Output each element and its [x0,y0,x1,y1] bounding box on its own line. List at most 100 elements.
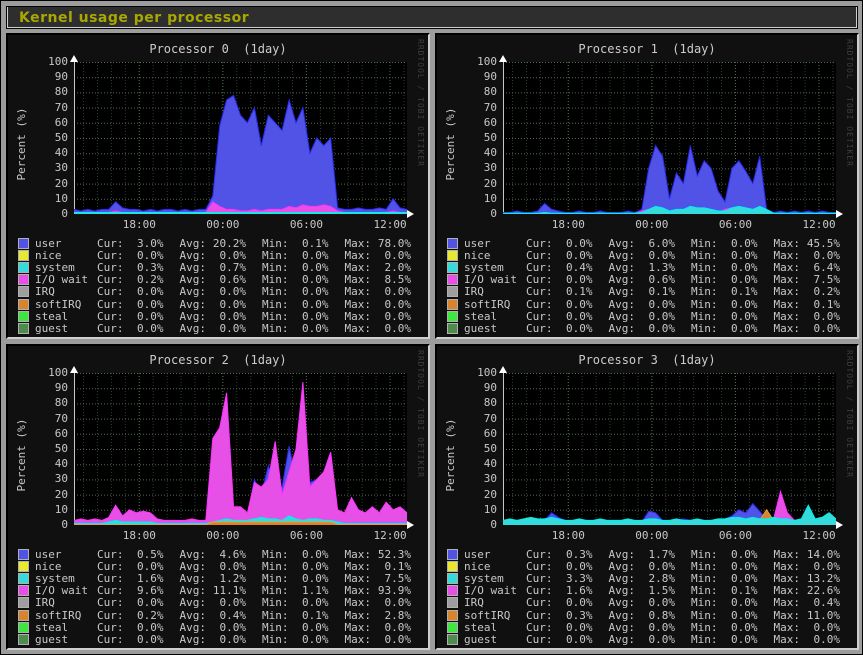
stat-group: Cur:0.0% [97,285,164,298]
y-tick-label: 60 [455,117,497,129]
stat-value: 45.5% [800,237,840,250]
processor-panel-3: RRDTOOL / TOBI OETIKER Processor 3 (1day… [435,344,859,650]
stat-value: 0.0% [289,621,329,634]
stat-label: Min: [262,584,289,597]
stat-label: Max: [774,322,801,335]
stat-label: Max: [774,560,801,573]
chart-plot-area[interactable] [74,62,407,214]
stat-value: 0.0% [800,633,840,646]
stat-label: Cur: [97,261,124,274]
stat-label: Min: [691,596,718,609]
series-name: softIRQ [35,298,97,311]
stat-label: Cur: [526,237,553,250]
y-tick-label: 20 [26,178,68,190]
stat-label: Cur: [526,548,553,561]
stat-value: 7.5% [371,572,411,585]
stat-label: Avg: [609,596,636,609]
y-tick-label: 80 [455,86,497,98]
stat-group: Avg:0.0% [609,310,676,323]
stat-group: Min:0.0% [691,596,758,609]
legend-row: user Cur:0.0%Avg:6.0%Min:0.0%Max:45.5% [447,237,851,249]
processor-panel-2: RRDTOOL / TOBI OETIKER Processor 2 (1day… [6,344,430,650]
stat-value: 0.0% [718,273,758,286]
stat-label: Cur: [526,609,553,622]
stat-group: Cur:1.6% [97,572,164,585]
stat-group: Min:0.0% [691,572,758,585]
stat-label: Avg: [180,261,207,274]
stat-label: Avg: [609,548,636,561]
stat-label: Min: [262,322,289,335]
stat-value: 9.6% [124,584,164,597]
stat-label: Avg: [609,322,636,335]
stat-group: Max:0.0% [774,310,841,323]
stat-group: Max:0.0% [774,621,841,634]
stat-label: Avg: [180,322,207,335]
stat-group: Avg:0.0% [180,322,247,335]
stat-value: 0.0% [371,322,411,335]
stat-value: 6.4% [800,261,840,274]
stat-group: Max:22.6% [774,584,841,597]
stat-value: 0.0% [553,237,593,250]
stat-group: Max:2.8% [345,609,412,622]
stat-label: Max: [774,249,801,262]
stat-group: Cur:0.4% [526,261,593,274]
series-name: IRQ [464,285,526,298]
stat-label: Min: [262,261,289,274]
y-tick-label: 100 [26,367,68,379]
stat-label: Avg: [609,249,636,262]
stat-label: Max: [345,584,372,597]
stat-label: Max: [774,237,801,250]
stat-value: 0.0% [553,633,593,646]
stat-value: 0.8% [635,609,675,622]
stat-label: Max: [774,310,801,323]
legend-row: nice Cur:0.0%Avg:0.0%Min:0.0%Max:0.0% [447,560,851,572]
x-axis-arrow-icon [407,521,414,529]
legend: user Cur:0.5%Avg:4.6%Min:0.0%Max:52.3% n… [18,548,422,646]
stat-label: Avg: [180,237,207,250]
stat-value: 52.3% [371,548,411,561]
chart-plot-area[interactable] [503,373,836,525]
stat-group: Min:0.0% [691,322,758,335]
monitoring-window: Kernel usage per processor RRDTOOL / TOB… [0,0,863,655]
stat-value: 0.1% [800,298,840,311]
stat-value: 0.0% [553,273,593,286]
series-name: IRQ [464,596,526,609]
stat-value: 0.0% [635,310,675,323]
stat-group: Max:93.9% [345,584,412,597]
stat-group: Cur:0.0% [97,310,164,323]
stat-value: 1.7% [635,548,675,561]
stat-group: Max:2.0% [345,261,412,274]
y-axis-ticks: 1009080706050403020100 [26,367,68,532]
stat-value: 0.0% [800,621,840,634]
y-tick-label: 30 [26,473,68,485]
series-name: guest [464,633,526,646]
stat-value: 0.0% [718,633,758,646]
chart-plot-area[interactable] [74,373,407,525]
stat-label: Avg: [609,261,636,274]
series-color-swatch [447,299,458,310]
legend-row: steal Cur:0.0%Avg:0.0%Min:0.0%Max:0.0% [18,310,422,322]
stat-value: 0.0% [289,572,329,585]
series-color-swatch [18,262,29,273]
x-tick-label: 06:00 [705,218,765,231]
stat-label: Max: [774,273,801,286]
series-color-swatch [18,323,29,334]
stat-value: 0.1% [718,584,758,597]
stat-label: Cur: [526,298,553,311]
legend-row: steal Cur:0.0%Avg:0.0%Min:0.0%Max:0.0% [447,621,851,633]
stat-group: Max:13.2% [774,572,841,585]
x-tick-label: 18:00 [109,218,169,231]
series-color-swatch [447,286,458,297]
stat-label: Cur: [97,596,124,609]
stat-group: Min:0.0% [262,633,329,646]
stat-value: 0.2% [124,273,164,286]
stat-value: 0.0% [289,298,329,311]
stat-value: 0.0% [371,621,411,634]
x-tick-label: 00:00 [622,218,682,231]
stat-group: Avg:0.0% [180,560,247,573]
chart-plot-area[interactable] [503,62,836,214]
stat-value: 3.0% [124,237,164,250]
stat-label: Min: [691,322,718,335]
stat-group: Avg:0.0% [609,633,676,646]
stat-label: Max: [345,633,372,646]
